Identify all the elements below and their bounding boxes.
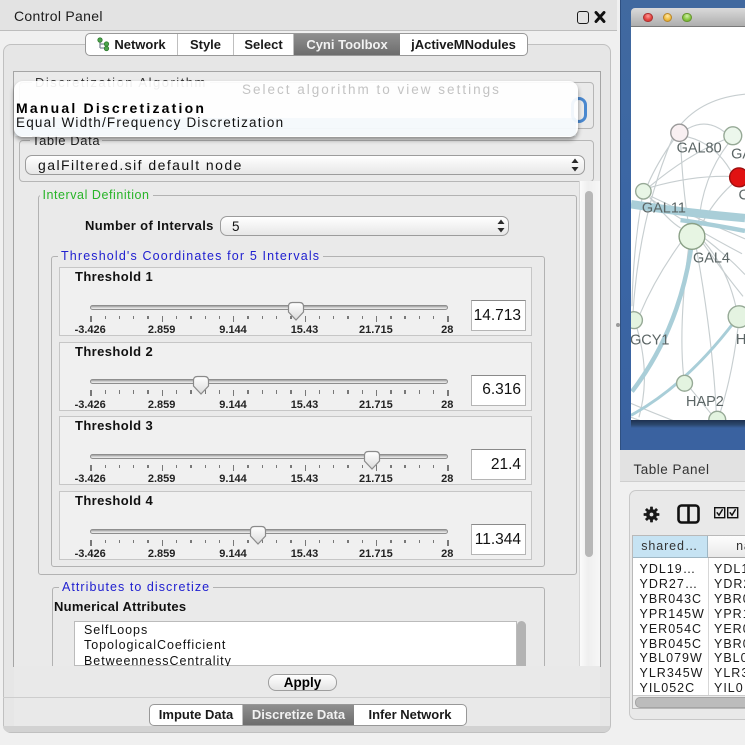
svg-text:HAP2: HAP2 xyxy=(686,394,724,410)
svg-text:GAL11: GAL11 xyxy=(642,201,686,217)
svg-text:H: H xyxy=(736,332,745,348)
svg-text:GAL: GAL xyxy=(731,147,745,163)
svg-text:GAL80: GAL80 xyxy=(677,141,722,157)
svg-text:GAL4: GAL4 xyxy=(693,251,730,267)
svg-text:CB: CB xyxy=(739,188,745,204)
svg-text:GCY1: GCY1 xyxy=(631,333,669,349)
